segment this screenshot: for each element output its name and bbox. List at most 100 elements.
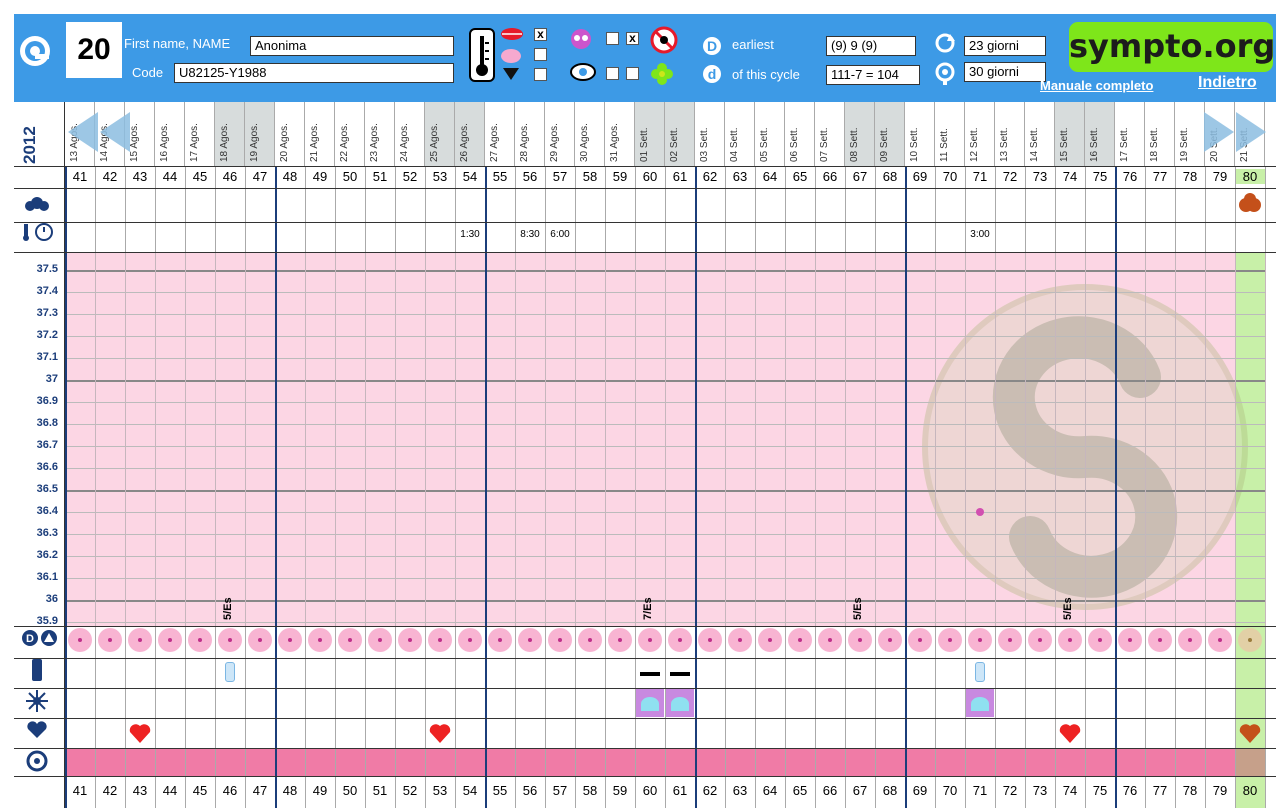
heart-icon[interactable]: [128, 722, 152, 744]
phase-dot[interactable]: [938, 628, 962, 652]
nav-prev-icon[interactable]: [100, 112, 130, 152]
cycle-day-number-bottom: 58: [582, 783, 598, 798]
phase-dot-center: [888, 638, 892, 642]
phase-dot[interactable]: [188, 628, 212, 652]
day-gridline-lower: [95, 626, 96, 808]
day-gridline-upper: [1055, 166, 1056, 252]
heart-icon[interactable]: [1238, 722, 1262, 744]
mucus-icon[interactable]: [966, 689, 994, 717]
phase-dot[interactable]: [698, 628, 722, 652]
day-gridline-lower: [1205, 626, 1206, 808]
phase-dot[interactable]: [128, 628, 152, 652]
heart-icon[interactable]: [428, 722, 452, 744]
date-cell: 06 Sett.: [785, 102, 815, 166]
nav-next-icon[interactable]: [1236, 112, 1266, 152]
phase-dot[interactable]: [1208, 628, 1232, 652]
mucus-icon[interactable]: [636, 689, 664, 717]
heart-icon[interactable]: [1058, 722, 1082, 744]
date-cell: 21 Agos.: [305, 102, 335, 166]
day-gridline: [1055, 252, 1056, 626]
phase-dot[interactable]: [1058, 628, 1082, 652]
day-gridline: [1265, 252, 1266, 626]
phase-dot[interactable]: [668, 628, 692, 652]
day-gridline: [65, 252, 67, 626]
phase-dot[interactable]: [428, 628, 452, 652]
cycle-day-number-bottom: 67: [852, 783, 868, 798]
cervix-icon[interactable]: [225, 662, 235, 682]
cycle-day-number-bottom: 72: [1002, 783, 1018, 798]
cycle-day-number: 45: [192, 169, 208, 184]
phase-dot[interactable]: [398, 628, 422, 652]
mucus-icon[interactable]: [666, 689, 694, 717]
phase-dot[interactable]: [878, 628, 902, 652]
dash-mark: [640, 672, 660, 676]
phase-dot[interactable]: [98, 628, 122, 652]
temp-axis-label: 36.7: [36, 439, 58, 451]
date-cell: 15 Sett.: [1055, 102, 1085, 166]
phase-dot[interactable]: [548, 628, 572, 652]
time-entry[interactable]: 8:30: [515, 229, 545, 240]
cycle-day-number: 52: [402, 169, 418, 184]
phase-dot[interactable]: [788, 628, 812, 652]
phase-dot[interactable]: [458, 628, 482, 652]
phase-dot-center: [108, 638, 112, 642]
date-label: 07 Sett.: [819, 127, 830, 162]
date-label: 25 Agos.: [429, 123, 440, 162]
phase-dot[interactable]: [908, 628, 932, 652]
period-drop-icon[interactable]: [1238, 192, 1262, 214]
phase-dot[interactable]: [338, 628, 362, 652]
cycle-day-number-bottom: 76: [1122, 783, 1138, 798]
phase-dot[interactable]: [158, 628, 182, 652]
sun-icon: [26, 690, 48, 712]
time-entry[interactable]: 3:00: [965, 229, 995, 240]
day-gridline-lower: [755, 626, 756, 808]
phase-dot[interactable]: [608, 628, 632, 652]
date-cell: 24 Agos.: [395, 102, 425, 166]
day-gridline-upper: [395, 166, 396, 252]
temp-axis-label: 37.5: [36, 263, 58, 275]
nav-prev-icon[interactable]: [68, 112, 98, 152]
phase-dot-center: [558, 638, 562, 642]
phase-dot[interactable]: [278, 628, 302, 652]
day-gridline: [905, 252, 907, 626]
day-gridline-upper: [155, 166, 156, 252]
phase-dot-center: [1248, 638, 1252, 642]
nav-next-icon[interactable]: [1204, 112, 1234, 152]
time-entry[interactable]: 6:00: [545, 229, 575, 240]
phase-dot[interactable]: [818, 628, 842, 652]
phase-dot-center: [468, 638, 472, 642]
phase-dot[interactable]: [1088, 628, 1112, 652]
phase-dot[interactable]: [578, 628, 602, 652]
phase-dot[interactable]: [1148, 628, 1172, 652]
date-cell: 08 Sett.: [845, 102, 875, 166]
date-label: 19 Agos.: [249, 123, 260, 162]
phase-dot[interactable]: [218, 628, 242, 652]
phase-dot[interactable]: [638, 628, 662, 652]
phase-dot[interactable]: [998, 628, 1022, 652]
date-cell: 01 Sett.: [635, 102, 665, 166]
temperature-point[interactable]: [976, 508, 984, 516]
phase-dot[interactable]: [248, 628, 272, 652]
phase-dot[interactable]: [68, 628, 92, 652]
phase-dot[interactable]: [758, 628, 782, 652]
phase-dot[interactable]: [968, 628, 992, 652]
phase-dot[interactable]: [488, 628, 512, 652]
phase-dot[interactable]: [368, 628, 392, 652]
day-gridline-lower: [695, 626, 697, 808]
phase-dot[interactable]: [728, 628, 752, 652]
cervix-icon[interactable]: [975, 662, 985, 682]
date-cell: 17 Agos.: [185, 102, 215, 166]
phase-dot[interactable]: [848, 628, 872, 652]
date-cell: 13 Sett.: [995, 102, 1025, 166]
phase-dot[interactable]: [518, 628, 542, 652]
date-cell: 29 Agos.: [545, 102, 575, 166]
day-gridline-lower: [995, 626, 996, 808]
temp-axis-label: 37.2: [36, 329, 58, 341]
phase-dot[interactable]: [1178, 628, 1202, 652]
phase-dot[interactable]: [1238, 628, 1262, 652]
phase-dot[interactable]: [1118, 628, 1142, 652]
phase-dot[interactable]: [308, 628, 332, 652]
phase-dot[interactable]: [1028, 628, 1052, 652]
time-entry[interactable]: 1:30: [455, 229, 485, 240]
day-gridline-lower: [545, 626, 546, 808]
